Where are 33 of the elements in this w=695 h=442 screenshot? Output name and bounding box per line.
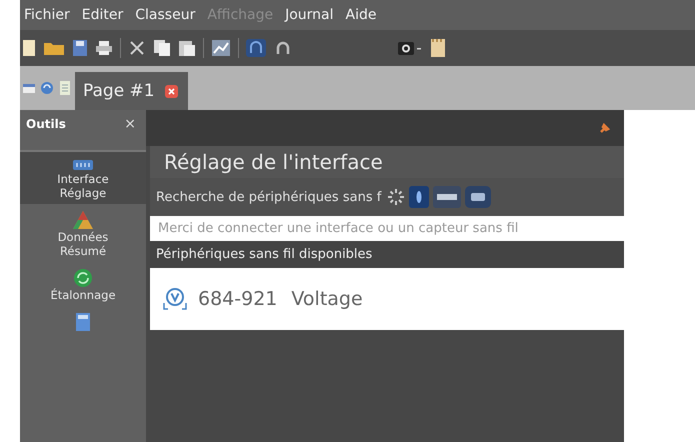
interface-icon bbox=[72, 158, 94, 172]
menu-item[interactable]: Fichier bbox=[24, 7, 70, 23]
menu-item[interactable]: Editer bbox=[82, 7, 124, 23]
new-file-icon[interactable] bbox=[22, 39, 36, 57]
pin-icon[interactable] bbox=[598, 121, 612, 135]
camera-icon[interactable] bbox=[397, 39, 423, 57]
triangle-icon bbox=[72, 210, 94, 230]
save-icon[interactable] bbox=[72, 39, 88, 57]
sidebar-item[interactable]: Étalonnage bbox=[20, 262, 146, 306]
notebook-icon[interactable] bbox=[430, 38, 446, 58]
panel-heading: Réglage de l'interface bbox=[150, 146, 624, 178]
print-icon[interactable] bbox=[95, 40, 113, 56]
search-status: Recherche de périphériques sans f bbox=[156, 190, 382, 204]
close-icon[interactable] bbox=[164, 84, 178, 98]
folder-icon[interactable] bbox=[43, 40, 65, 56]
window-icon[interactable] bbox=[22, 81, 36, 95]
copy-icon[interactable] bbox=[153, 39, 171, 57]
page-tab[interactable]: Page #1 bbox=[75, 72, 188, 110]
menu-item[interactable]: Aide bbox=[346, 7, 376, 23]
panel-title: Outils bbox=[26, 117, 66, 131]
chart-icon[interactable] bbox=[211, 39, 231, 57]
paste-icon[interactable] bbox=[178, 39, 196, 57]
sidebar-item[interactable]: Données Résumé bbox=[20, 204, 146, 262]
menu-item[interactable]: Classeur bbox=[135, 7, 196, 23]
calibration-icon bbox=[73, 268, 93, 288]
page-icon bbox=[75, 312, 91, 332]
sensor-icon bbox=[162, 286, 188, 312]
menu-item[interactable]: Journal bbox=[285, 7, 334, 23]
info-message: Merci de connecter une interface ou un capteur sans fil bbox=[150, 216, 624, 241]
sidebar-item[interactable]: Interface Réglage bbox=[20, 152, 146, 204]
close-button[interactable]: × bbox=[124, 116, 136, 132]
spinner-icon bbox=[387, 188, 406, 206]
device-item[interactable]: 684-921 Voltage bbox=[150, 268, 624, 330]
